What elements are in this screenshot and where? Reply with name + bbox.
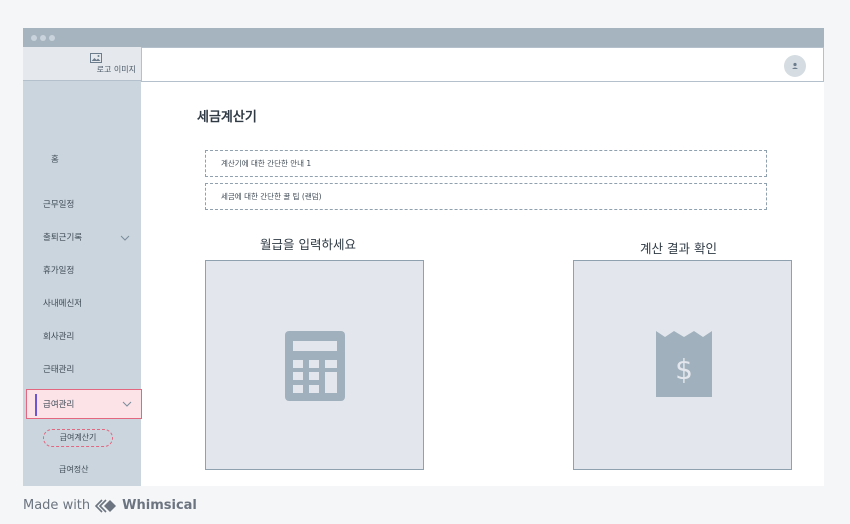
subnav-item-salary-settlement[interactable]: 급여정산	[59, 464, 88, 475]
chevron-down-icon[interactable]	[122, 401, 132, 407]
image-icon	[90, 53, 102, 63]
receipt-dollar-icon: $	[656, 331, 712, 397]
sidebar-item-label: 급여관리	[43, 400, 75, 410]
made-with-footer: Made with Whimsical	[23, 498, 197, 513]
logo-text: 로고 이미지	[96, 65, 136, 74]
whimsical-brand[interactable]: Whimsical	[122, 498, 197, 513]
sidebar-item-attendance-record[interactable]: 출퇴근기록	[43, 231, 82, 243]
result-section-title: 계산 결과 확인	[640, 241, 717, 256]
window-controls	[31, 35, 55, 41]
avatar[interactable]	[784, 55, 806, 77]
info-line-tip: 세금에 대한 간단한 꿀 팁 (랜덤)	[205, 183, 767, 210]
subnav-item-salary-calculator[interactable]: 급여계산기	[43, 429, 113, 447]
app-window: 로고 이미지 홈 근무일정 출퇴근기록 휴가일정 사내메신저 회사관리 근태관리…	[23, 28, 824, 486]
sidebar: 로고 이미지 홈 근무일정 출퇴근기록 휴가일정 사내메신저 회사관리 근태관리…	[23, 47, 142, 486]
svg-text:$: $	[675, 353, 693, 386]
sidebar-item-company[interactable]: 회사관리	[43, 330, 74, 342]
salary-input-panel[interactable]	[205, 260, 424, 470]
sidebar-item-messenger[interactable]: 사내메신저	[43, 297, 82, 309]
close-dot[interactable]	[31, 35, 37, 41]
input-section-title: 월급을 입력하세요	[260, 237, 356, 252]
window-titlebar	[23, 28, 824, 47]
minimize-dot[interactable]	[40, 35, 46, 41]
sidebar-item-vacation[interactable]: 휴가일정	[43, 264, 74, 276]
active-indicator	[35, 394, 37, 416]
maximize-dot[interactable]	[49, 35, 55, 41]
whimsical-logo-icon	[95, 498, 117, 513]
top-bar	[141, 47, 824, 82]
logo-box[interactable]: 로고 이미지	[23, 47, 141, 81]
sidebar-item-time-attendance[interactable]: 근태관리	[43, 363, 74, 375]
sidebar-item-payroll[interactable]: 급여관리	[26, 389, 142, 419]
info-line-guide: 계산기에 대한 간단한 안내 1	[205, 150, 767, 177]
made-with-label: Made with	[23, 498, 91, 513]
result-panel[interactable]: $	[573, 260, 792, 470]
sidebar-item-home[interactable]: 홈	[51, 153, 59, 165]
sidebar-item-work-schedule[interactable]: 근무일정	[43, 198, 74, 210]
calculator-icon	[285, 331, 345, 401]
page-title: 세금계산기	[197, 110, 257, 125]
user-icon	[792, 62, 798, 69]
chevron-down-icon[interactable]	[120, 235, 130, 241]
